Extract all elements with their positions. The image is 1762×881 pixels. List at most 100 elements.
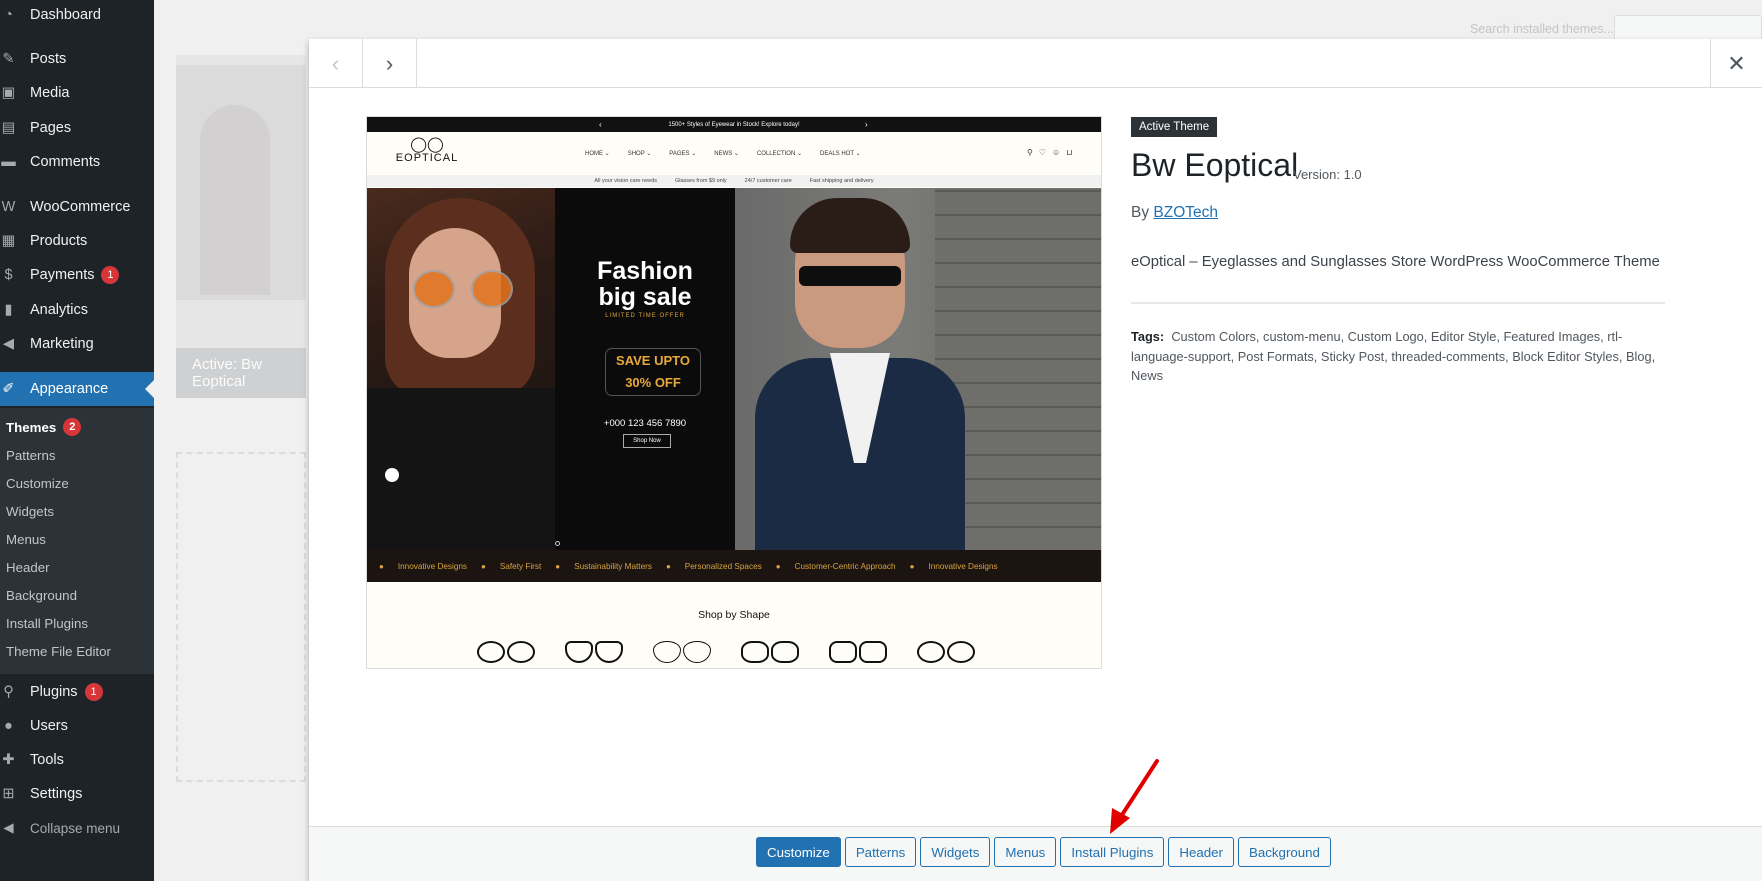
woocommerce-icon: W xyxy=(1,199,16,215)
menu-appearance[interactable]: ✐ Appearance xyxy=(0,372,154,406)
dashboard-icon: ◔ xyxy=(4,7,13,23)
submenu-themes[interactable]: Themes 2 xyxy=(6,416,82,438)
background-button[interactable]: Background xyxy=(1237,837,1331,867)
menu-posts[interactable]: ✎ Posts xyxy=(0,44,154,74)
customize-button[interactable]: Customize xyxy=(756,837,841,867)
submenu-widgets[interactable]: Widgets xyxy=(6,500,54,522)
theme-card-image xyxy=(176,65,306,300)
author-link[interactable]: BZOTech xyxy=(1153,204,1218,221)
preview-logo: ◯◯ EOPTICAL xyxy=(387,137,467,169)
preview-shape-title: Shop by Shape xyxy=(698,609,770,621)
bullet-icon: ● xyxy=(379,561,384,571)
theme-version: Version: 1.0 xyxy=(1293,167,1362,182)
menu-label: Products xyxy=(30,233,88,249)
user-icon: ☺ xyxy=(1052,148,1061,157)
glasses-shape-icon xyxy=(829,639,891,665)
preview-nav-item: DEALS HOT ⌄ xyxy=(819,151,861,157)
preview-nav-item: NEWS ⌄ xyxy=(714,151,739,157)
preview-hero: Fashion big sale LIMITED TIME OFFER SAVE … xyxy=(367,188,1101,550)
previous-theme-button[interactable]: ‹ xyxy=(309,39,363,88)
theme-author: By BZOTech xyxy=(1131,204,1218,222)
menu-label: Payments xyxy=(30,267,95,283)
hero-woman-image xyxy=(367,188,555,550)
current-menu-arrow xyxy=(145,380,154,398)
theme-screenshot: ‹ 1500+ Styles of Eyewear in Stock! Expl… xyxy=(366,116,1102,669)
preview-nav-item: SHOP ⌄ xyxy=(627,151,652,157)
themes-badge: 2 xyxy=(63,418,82,436)
search-icon: ⚲ xyxy=(1027,148,1033,157)
preview-nav: HOME ⌄ SHOP ⌄ PAGES ⌄ NEWS ⌄ COLLECTION … xyxy=(585,150,861,157)
background-theme-card: Active: Bw Eoptical xyxy=(176,55,306,398)
menu-label: WooCommerce xyxy=(30,199,131,215)
submenu-label: Themes xyxy=(6,419,57,435)
submenu-background[interactable]: Background xyxy=(6,584,77,606)
menu-comments[interactable]: ▬ Comments xyxy=(0,147,154,177)
submenu-customize[interactable]: Customize xyxy=(6,472,69,494)
menu-label: Settings xyxy=(30,786,83,802)
menu-label: Appearance xyxy=(30,381,109,397)
menu-plugins[interactable]: ⚲ Plugins 1 xyxy=(0,677,154,707)
menus-button[interactable]: Menus xyxy=(994,837,1057,867)
preview-shapes xyxy=(477,639,979,665)
wrench-icon: ✚ xyxy=(2,752,15,768)
header-button[interactable]: Header xyxy=(1168,837,1234,867)
collapse-menu-button[interactable]: ◀ Collapse menu xyxy=(0,813,154,843)
sunglasses-lens xyxy=(413,270,455,308)
theme-tags: Tags: Custom Colors, custom-menu, Custom… xyxy=(1131,327,1671,386)
payments-icon: $ xyxy=(4,267,13,283)
pin-icon: ✎ xyxy=(2,51,15,67)
menu-label: Comments xyxy=(30,154,101,170)
submenu-install-plugins[interactable]: Install Plugins xyxy=(6,612,88,634)
widgets-button[interactable]: Widgets xyxy=(920,837,991,867)
ticker-item: Safety First xyxy=(499,561,542,571)
submenu-patterns[interactable]: Patterns xyxy=(6,444,56,466)
menu-marketing[interactable]: ◀ Marketing xyxy=(0,329,154,359)
slider-dot xyxy=(385,468,399,482)
sunglasses-lens xyxy=(471,270,513,308)
preview-feature: Glasses from $9 only xyxy=(675,178,727,184)
menu-media[interactable]: ▣ Media xyxy=(0,78,154,108)
bullet-icon: ● xyxy=(909,561,915,571)
submenu-menus[interactable]: Menus xyxy=(6,528,46,550)
chevron-left-icon: ‹ xyxy=(331,50,340,76)
theme-actions: Customize Patterns Widgets Menus Install… xyxy=(756,837,1331,867)
author-by-label: By xyxy=(1131,204,1150,221)
bullet-icon: ● xyxy=(775,561,781,571)
media-icon: ▣ xyxy=(1,85,16,101)
theme-name: Bw Eoptical xyxy=(1131,147,1299,183)
add-theme-placeholder xyxy=(176,452,306,782)
install-plugins-button[interactable]: Install Plugins xyxy=(1060,837,1165,867)
overlay-footer: Customize Patterns Widgets Menus Install… xyxy=(309,826,1762,881)
ticker-item: Personalized Spaces xyxy=(684,561,762,571)
menu-analytics[interactable]: ▮ Analytics xyxy=(0,295,154,325)
menu-tools[interactable]: ✚ Tools xyxy=(0,745,154,775)
paintbrush-icon: ✐ xyxy=(2,381,15,397)
submenu-theme-file-editor[interactable]: Theme File Editor xyxy=(6,640,111,662)
admin-sidebar: ◔ Dashboard ✎ Posts ▣ Media ▤ Pages ▬ Comment… xyxy=(0,0,154,881)
menu-label: Users xyxy=(30,718,68,734)
heart-icon: ♡ xyxy=(1038,148,1047,157)
menu-label: Analytics xyxy=(30,302,89,318)
menu-products[interactable]: ▦ Products xyxy=(0,226,154,256)
megaphone-icon: ◀ xyxy=(2,336,15,352)
hero-promo: Fashion big sale LIMITED TIME OFFER SAVE … xyxy=(555,188,735,550)
details-divider xyxy=(1131,302,1665,304)
menu-pages[interactable]: ▤ Pages xyxy=(0,113,154,143)
collapse-icon: ◀ xyxy=(3,820,14,835)
users-icon: ● xyxy=(4,718,13,734)
hero-phone: +000 123 456 7890 xyxy=(603,418,687,429)
submenu-header[interactable]: Header xyxy=(6,556,50,578)
next-theme-button[interactable]: › xyxy=(363,39,417,88)
preview-feature: All your vision care needs xyxy=(594,178,657,184)
menu-payments[interactable]: $ Payments 1 xyxy=(0,260,154,290)
menu-users[interactable]: ● Users xyxy=(0,711,154,741)
menu-woocommerce[interactable]: W WooCommerce xyxy=(0,192,154,222)
close-overlay-button[interactable]: ✕ xyxy=(1710,39,1762,88)
patterns-button[interactable]: Patterns xyxy=(844,837,917,867)
menu-label: Plugins xyxy=(30,684,78,700)
menu-dashboard[interactable]: ◔ Dashboard xyxy=(0,0,154,30)
menu-settings[interactable]: ⊞ Settings xyxy=(0,779,154,809)
menu-label: Tools xyxy=(30,752,64,768)
menu-label: Pages xyxy=(30,120,72,136)
glasses-shape-icon xyxy=(477,639,539,665)
